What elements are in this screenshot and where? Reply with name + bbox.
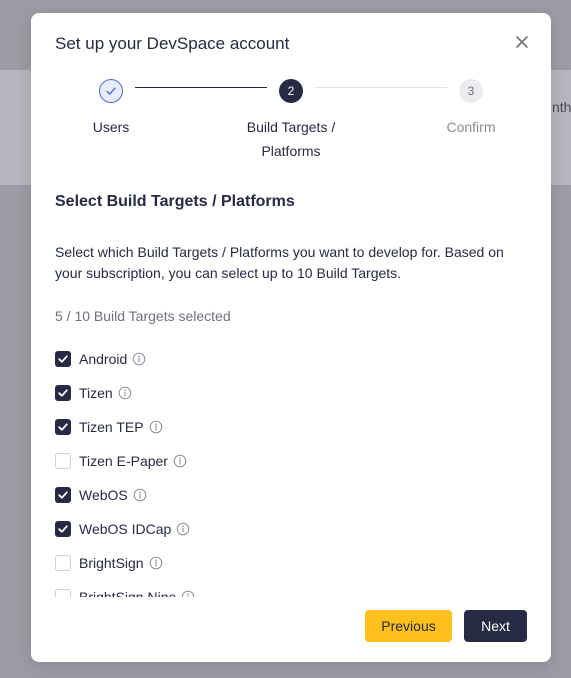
checkmark-icon xyxy=(58,525,68,533)
step-1-label: Users xyxy=(92,119,130,135)
step-2-label-line-1: Build Targets / xyxy=(246,119,336,135)
check-icon xyxy=(106,87,116,95)
info-glyph xyxy=(149,556,162,570)
target-checkbox[interactable] xyxy=(55,521,71,537)
step-3-label: Confirm xyxy=(446,119,496,135)
setup-modal: Set up your DevSpace account Users 2 Bui… xyxy=(31,13,551,662)
step-1-circle xyxy=(99,79,123,103)
info-glyph xyxy=(149,420,162,434)
section-description: Select which Build Targets / Platforms y… xyxy=(55,244,504,281)
section-title: Select Build Targets / Platforms xyxy=(55,193,295,210)
step-2-circle: 2 xyxy=(279,79,303,103)
previous-button[interactable]: Previous xyxy=(365,610,452,642)
close-button[interactable] xyxy=(511,31,533,53)
target-checkbox[interactable] xyxy=(55,589,71,597)
step-2-label-line-2: Platforms xyxy=(261,143,321,159)
target-row-brightsign-nine[interactable]: BrightSign Nine xyxy=(55,585,195,597)
next-button[interactable]: Next xyxy=(464,610,527,642)
target-checkbox[interactable] xyxy=(55,419,71,435)
target-label: WebOS IDCap xyxy=(79,521,172,537)
target-label: BrightSign xyxy=(79,555,144,571)
target-label: Tizen xyxy=(79,385,113,401)
info-glyph xyxy=(177,522,190,536)
target-row-tizen-tep[interactable]: Tizen TEP xyxy=(55,415,163,439)
stepper-line-2 xyxy=(315,87,447,88)
target-label: WebOS xyxy=(79,487,128,503)
stepper-line-1 xyxy=(135,87,267,88)
info-icon[interactable] xyxy=(149,556,163,570)
target-row-tizen-e-paper[interactable]: Tizen E-Paper xyxy=(55,449,187,473)
checkmark-icon xyxy=(58,491,68,499)
step-2-label: Build Targets / Platforms xyxy=(221,115,361,163)
target-label: Android xyxy=(79,351,128,367)
target-row-brightsign[interactable]: BrightSign xyxy=(55,551,163,575)
target-checkbox[interactable] xyxy=(55,453,71,469)
background-peek-text: nth xyxy=(552,99,571,115)
modal-title: Set up your DevSpace account xyxy=(55,34,290,53)
target-row-tizen[interactable]: Tizen xyxy=(55,381,132,405)
target-label: Tizen TEP xyxy=(79,419,144,435)
checkmark-icon xyxy=(58,423,68,431)
target-row-webos[interactable]: WebOS xyxy=(55,483,147,507)
target-label: Tizen E-Paper xyxy=(79,453,168,469)
target-checkbox[interactable] xyxy=(55,487,71,503)
info-glyph xyxy=(118,386,132,400)
info-glyph xyxy=(132,352,146,366)
info-glyph xyxy=(181,590,195,597)
info-icon[interactable] xyxy=(133,488,147,502)
info-glyph xyxy=(133,488,147,502)
info-icon[interactable] xyxy=(181,590,195,597)
checkmark-icon xyxy=(58,389,68,397)
info-icon[interactable] xyxy=(176,522,190,536)
info-icon[interactable] xyxy=(149,420,163,434)
target-row-android[interactable]: Android xyxy=(55,347,146,371)
target-label: BrightSign Nine xyxy=(79,589,177,597)
info-icon[interactable] xyxy=(132,352,146,366)
checkmark-icon xyxy=(58,355,68,363)
build-target-list[interactable]: Android Tizen Tizen TEP Tizen E-Paper We… xyxy=(31,343,551,597)
target-row-webos-idcap[interactable]: WebOS IDCap xyxy=(55,517,190,541)
target-checkbox[interactable] xyxy=(55,351,71,367)
target-checkbox[interactable] xyxy=(55,555,71,571)
step-3-circle: 3 xyxy=(459,79,483,103)
info-glyph xyxy=(173,454,187,468)
target-checkbox[interactable] xyxy=(55,385,71,401)
info-icon[interactable] xyxy=(118,386,132,400)
info-icon[interactable] xyxy=(173,454,187,468)
close-icon xyxy=(516,36,528,48)
selected-count: 5 / 10 Build Targets selected xyxy=(55,308,231,324)
